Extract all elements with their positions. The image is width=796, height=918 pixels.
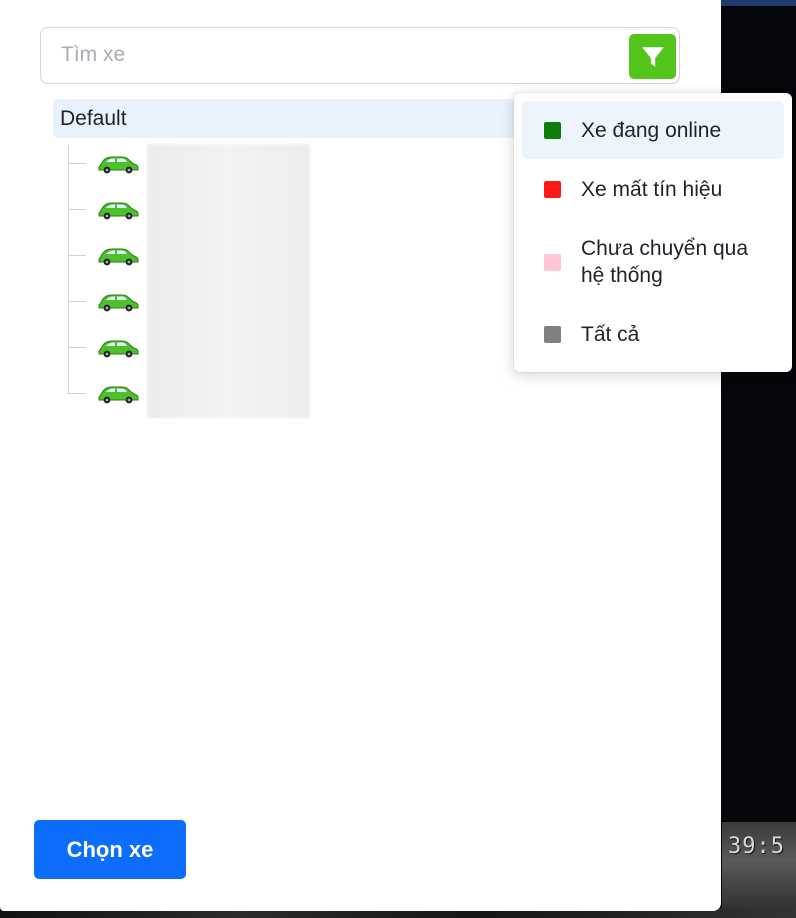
tree-group-default[interactable]: Default xyxy=(53,99,523,138)
status-color-swatch xyxy=(544,122,561,139)
filter-dropdown: Xe đang online Xe mất tín hiệu Chưa chuy… xyxy=(514,93,792,372)
green-car-icon xyxy=(98,156,139,174)
tree-branch-line xyxy=(68,163,86,164)
background-header-strip xyxy=(720,0,796,6)
filter-option-label: Xe đang online xyxy=(581,119,722,142)
tree-group-label: Default xyxy=(60,107,127,130)
green-car-icon xyxy=(98,340,139,358)
tree-branch-line xyxy=(68,393,86,394)
funnel-icon xyxy=(641,46,664,67)
choose-vehicle-button[interactable]: Chọn xe xyxy=(34,820,186,879)
status-color-swatch xyxy=(544,254,561,271)
tree-branch-line xyxy=(68,255,86,256)
green-car-icon xyxy=(98,386,139,404)
filter-option-not-transferred[interactable]: Chưa chuyển qua hệ thống xyxy=(522,221,784,303)
tree-branch-line xyxy=(68,347,86,348)
green-car-icon xyxy=(98,294,139,312)
green-car-icon xyxy=(98,202,139,220)
filter-option-online[interactable]: Xe đang online xyxy=(522,101,784,159)
status-color-swatch xyxy=(544,181,561,198)
camera-timestamp: 39:5 xyxy=(728,834,785,859)
filter-option-all[interactable]: Tất cả xyxy=(522,307,784,363)
filter-option-label: Xe mất tín hiệu xyxy=(581,178,723,201)
green-car-icon xyxy=(98,248,139,266)
search-input[interactable] xyxy=(61,28,621,82)
status-color-swatch xyxy=(544,326,561,343)
redacted-vehicle-names xyxy=(147,144,310,418)
filter-button[interactable] xyxy=(629,34,676,79)
filter-option-signal-lost[interactable]: Xe mất tín hiệu xyxy=(522,161,784,217)
filter-option-label: Chưa chuyển qua hệ thống xyxy=(581,237,749,287)
camera-thumbnail: 39:5 xyxy=(722,822,796,918)
search-box xyxy=(40,27,680,84)
filter-option-label: Tất cả xyxy=(581,323,640,346)
tree-branch-line xyxy=(68,209,86,210)
tree-branch-line xyxy=(68,301,86,302)
